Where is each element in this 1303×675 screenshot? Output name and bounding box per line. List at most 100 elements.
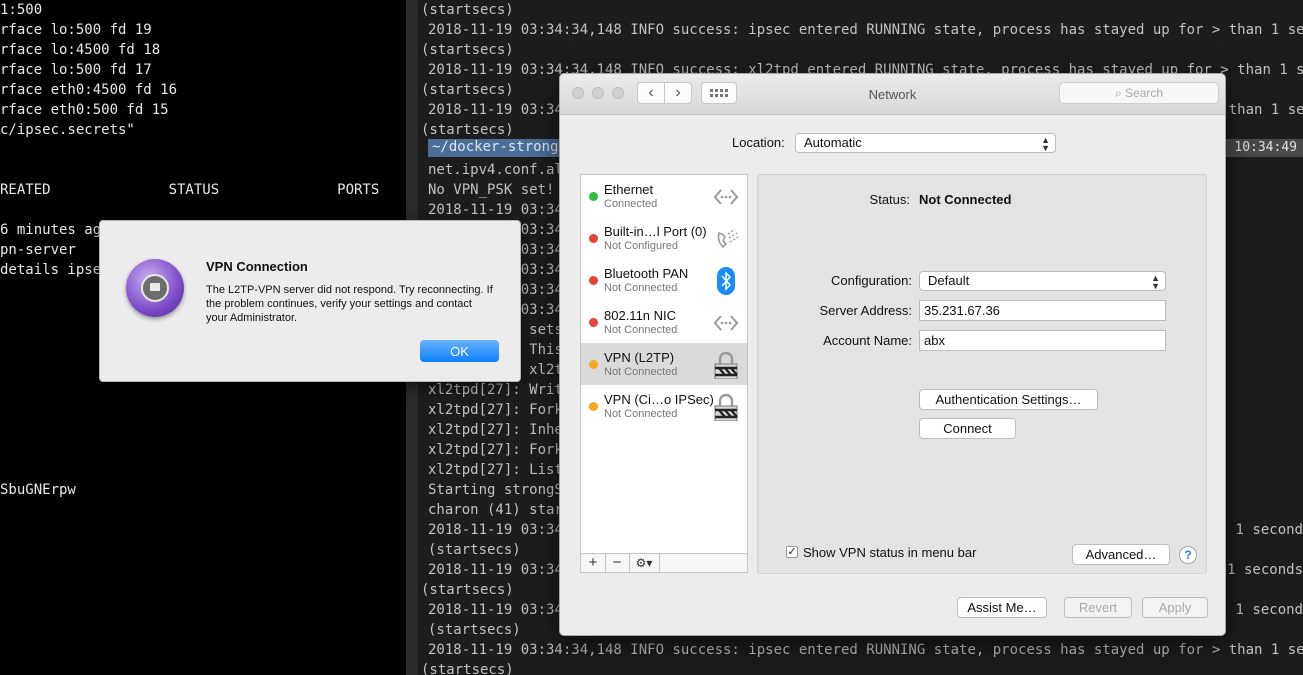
status-dot xyxy=(589,360,598,369)
service-status: Not Connected xyxy=(604,324,678,336)
show-vpn-status-checkbox[interactable]: ✓ xyxy=(786,546,798,558)
apply-button[interactable]: Apply xyxy=(1142,597,1208,618)
terminal-line: rface eth0:4500 fd 16 xyxy=(0,82,178,98)
lock-icon xyxy=(711,393,741,422)
service-name: Built-in…l Port (0) xyxy=(604,224,707,239)
status-dot xyxy=(589,318,598,327)
service-name: VPN (Ci…o IPSec) xyxy=(604,392,714,407)
service-item[interactable]: Built-in…l Port (0) Not Configured xyxy=(581,217,747,259)
lock-icon xyxy=(711,351,741,380)
terminal-line: (startsecs) xyxy=(421,582,514,598)
remove-service-button[interactable]: − xyxy=(605,554,630,572)
configuration-label: Configuration: xyxy=(831,273,912,288)
network-vpn-icon xyxy=(126,259,184,317)
service-name: VPN (L2TP) xyxy=(604,350,675,365)
service-detail-pane: Status: Not Connected Configuration: Def… xyxy=(757,174,1207,574)
search-icon: ⌕ xyxy=(1114,86,1122,100)
connect-button[interactable]: Connect xyxy=(919,418,1016,439)
terminal-line: xl2tpd[27]: Inhe xyxy=(428,422,563,438)
service-status: Not Connected xyxy=(604,366,678,378)
service-item[interactable]: VPN (L2TP) Not Connected xyxy=(581,343,747,385)
terminal-line: (startsecs) xyxy=(421,42,514,58)
terminal-line: Starting strongS xyxy=(428,482,563,498)
search-input[interactable]: ⌕ Search xyxy=(1059,82,1219,104)
bluetooth-icon xyxy=(711,267,741,295)
service-item[interactable]: Ethernet Connected xyxy=(581,175,747,217)
status-dot xyxy=(589,234,598,243)
network-preferences-window: ‹ › Network ⌕ Search Location: Automatic… xyxy=(559,73,1226,636)
service-status: Not Configured xyxy=(604,240,678,252)
terminal-line-fragment: n 1 second xyxy=(1218,522,1303,538)
ok-button[interactable]: OK xyxy=(420,340,499,362)
terminal-line: charon (41) star xyxy=(428,502,563,518)
alert-message: The L2TP-VPN server did not respond. Try… xyxy=(206,284,493,324)
search-placeholder: Search xyxy=(1125,86,1164,100)
terminal-line: 2018-11-19 03:34:34,148 INFO success: ip… xyxy=(428,22,1303,38)
chevron-updown-icon: ▲ ▼ xyxy=(1151,273,1160,291)
terminal-line: (startsecs) xyxy=(428,622,521,638)
terminal-line: 2018-11-19 03:34 xyxy=(428,602,563,618)
configuration-select[interactable]: Default ▲ ▼ xyxy=(919,271,1166,291)
terminal-line: rface eth0:500 fd 15 xyxy=(0,102,169,118)
status-dot xyxy=(589,276,598,285)
terminal-line: 2018-11-19 03:34 xyxy=(428,522,563,538)
service-list-toolbar: + − ⚙︎▾ xyxy=(580,553,748,573)
terminal-line: (startsecs) xyxy=(421,662,514,675)
status-dot xyxy=(589,402,598,411)
account-name-label: Account Name: xyxy=(823,333,912,348)
service-item[interactable]: 802.11n NIC Not Connected xyxy=(581,301,747,343)
service-name: Bluetooth PAN xyxy=(604,266,689,281)
terminal-line-fragment: n 1 second xyxy=(1218,602,1303,618)
terminal-line: (startsecs) xyxy=(421,2,514,18)
vpn-alert-dialog: VPN Connection The L2TP-VPN server did n… xyxy=(99,220,521,382)
status-label: Status: xyxy=(869,192,910,207)
service-name: Ethernet xyxy=(604,182,654,197)
location-select[interactable]: Automatic ▲ ▼ xyxy=(795,133,1056,153)
terminal-line-fragment: 1 seconds xyxy=(1227,562,1303,578)
ethernet-icon xyxy=(711,183,741,211)
terminal-line: 2018-11-19 03:34 xyxy=(428,202,563,218)
terminal-line: (startsecs) xyxy=(421,122,514,138)
terminal-line: rface lo:500 fd 17 xyxy=(0,62,152,78)
service-item[interactable]: VPN (Ci…o IPSec) Not Connected xyxy=(581,385,747,427)
terminal-line: pn-server xyxy=(0,242,76,258)
terminal-line: No VPN_PSK set! xyxy=(428,182,555,198)
status-dot xyxy=(589,192,598,201)
location-label: Location: xyxy=(732,135,785,150)
service-item[interactable]: Bluetooth PAN Not Connected xyxy=(581,259,747,301)
service-status: Connected xyxy=(604,198,658,210)
terminal-line: xl2tpd[27]: Fork xyxy=(428,442,563,458)
service-name: 802.11n NIC xyxy=(604,308,677,323)
terminal-line: SbuGNErpw xyxy=(0,482,76,498)
assist-me-button[interactable]: Assist Me… xyxy=(957,597,1047,618)
configuration-value: Default xyxy=(928,273,970,288)
alert-title: VPN Connection xyxy=(206,259,308,274)
prompt-time: 10:34:49 xyxy=(1211,139,1303,157)
help-button[interactable]: ? xyxy=(1179,546,1197,564)
revert-button[interactable]: Revert xyxy=(1064,597,1132,618)
prompt-path: ~/docker-strongs xyxy=(432,139,567,155)
add-service-button[interactable]: + xyxy=(581,554,606,572)
terminal-line: c/ipsec.secrets" xyxy=(0,122,135,138)
terminal-line: xl2tpd[27]: List xyxy=(428,462,563,478)
server-address-label: Server Address: xyxy=(819,303,913,318)
terminal-line: net.ipv4.conf.all xyxy=(428,162,572,178)
gear-icon: ⚙︎▾ xyxy=(635,556,653,570)
terminal-line: rface lo:4500 fd 18 xyxy=(0,42,161,58)
chevron-updown-icon: ▲ ▼ xyxy=(1041,135,1050,153)
terminal-line: 2018-11-19 03:34:34,148 INFO success: ip… xyxy=(428,642,1303,658)
service-list[interactable]: Ethernet Connected Built-in…l Port (0) Not … xyxy=(580,174,748,572)
action-menu-button[interactable]: ⚙︎▾ xyxy=(629,554,660,572)
service-status: Not Connected xyxy=(604,282,678,294)
terminal-line: xl2tpd[27]: Writ xyxy=(428,382,563,398)
account-name-field[interactable]: abx xyxy=(919,330,1166,351)
ethernet-icon xyxy=(711,309,741,337)
authentication-settings-button[interactable]: Authentication Settings… xyxy=(919,389,1098,410)
title-bar[interactable]: ‹ › Network ⌕ Search xyxy=(560,74,1225,115)
advanced-button[interactable]: Advanced… xyxy=(1072,544,1170,565)
server-address-field[interactable]: 35.231.67.36 xyxy=(919,300,1166,321)
phone-icon xyxy=(711,225,741,253)
terminal-line: rface lo:500 fd 19 xyxy=(0,22,152,38)
service-status: Not Connected xyxy=(604,408,678,420)
status-value: Not Connected xyxy=(919,192,1012,207)
